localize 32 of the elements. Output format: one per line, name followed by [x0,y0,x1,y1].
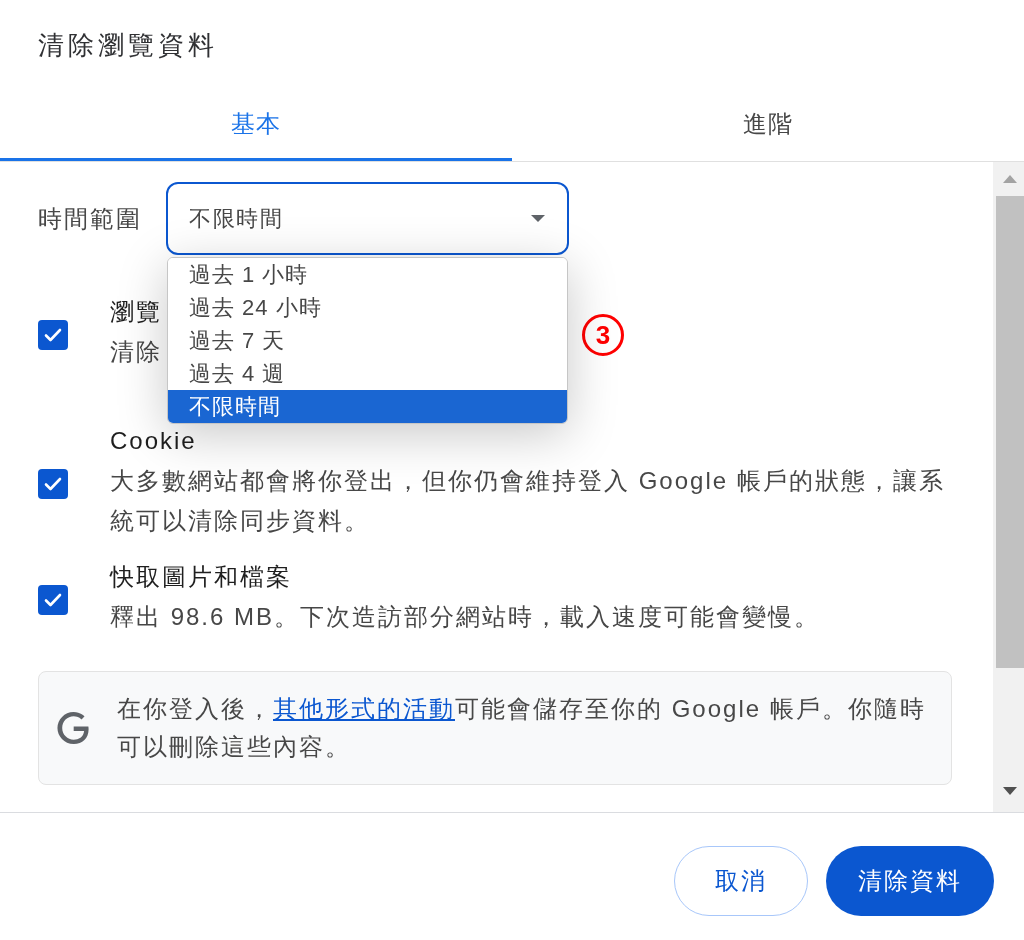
info-text: 在你登入後，其他形式的活動可能會儲存至你的 Google 帳戶。你隨時可以刪除這些內容。 [117,694,927,762]
cancel-button[interactable]: 取消 [674,846,808,916]
option-description: 釋出 98.6 MB。下次造訪部分網站時，載入速度可能會變慢。 [110,602,821,632]
step-marker: 3 [582,314,624,356]
checkbox[interactable] [38,585,68,615]
g-logo-icon [57,712,89,744]
scrollbar-thumb[interactable] [996,196,1024,668]
checkbox[interactable] [38,320,68,350]
clear-data-button[interactable]: 清除資料 [826,846,994,916]
time-range-select[interactable]: 不限時間 [166,182,569,255]
dropdown-option[interactable]: 過去 24 小時 [168,291,567,324]
dropdown-option[interactable]: 不限時間 [168,390,567,423]
time-range-label: 時間範圍 [38,203,143,234]
dropdown-option[interactable]: 過去 1 小時 [168,258,567,291]
option-description: 大多數網站都會將你登出，但你仍會維持登入 Google 帳戶的狀態，讓系統可以清除同步資料。 [110,466,946,536]
checkbox[interactable] [38,469,68,499]
option-title: Cookie [110,427,197,455]
option-title: 快取圖片和檔案 [110,563,292,591]
check-icon [44,593,62,607]
tab[interactable]: 基本 [0,90,512,161]
dropdown-option[interactable]: 過去 7 天 [168,324,567,357]
dropdown-option[interactable]: 過去 4 週 [168,357,567,390]
dialog-title: 清除瀏覽資料 [38,28,218,62]
tab[interactable]: 進階 [512,90,1024,161]
option-title: 瀏覽 [110,298,162,326]
caret-icon [531,215,545,222]
activity-link[interactable]: 其他形式的活動 [273,695,455,722]
option-description: 清除 [110,337,162,367]
scroll-down-icon[interactable] [1003,787,1017,795]
check-icon [44,328,62,342]
scrollbar[interactable] [993,162,1024,812]
check-icon [44,477,62,491]
